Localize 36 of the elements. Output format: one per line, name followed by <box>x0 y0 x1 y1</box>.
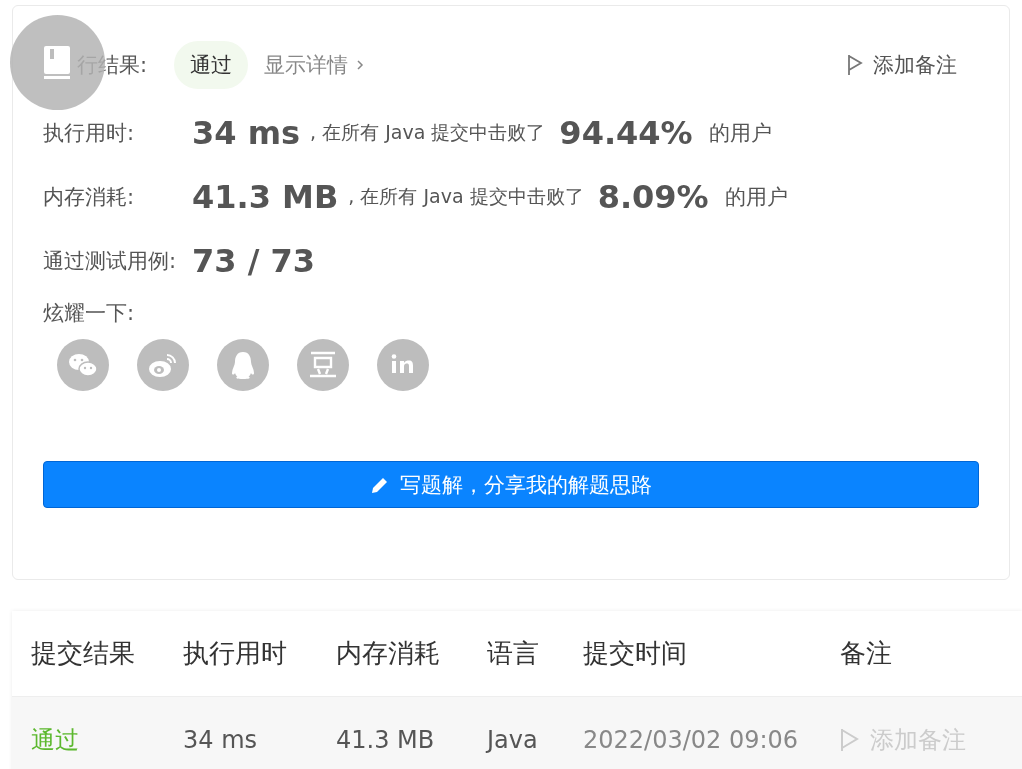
penguin-icon[interactable] <box>217 339 269 391</box>
stat-suffix: 的用户 <box>724 184 788 211</box>
linkedin-icon[interactable] <box>377 339 429 391</box>
flag-icon <box>847 54 863 76</box>
column-header: 内存消耗 <box>336 637 441 670</box>
column-header: 执行用时 <box>183 637 288 670</box>
details-link[interactable]: 显示详情 <box>264 51 365 79</box>
column-header: 提交结果 <box>31 637 136 670</box>
table-cell-text: Java <box>487 725 539 754</box>
column-header: 提交时间 <box>583 637 688 670</box>
flag-icon <box>840 726 860 753</box>
table-cell-text: 34 ms <box>183 725 259 754</box>
column-header: 备注 <box>840 637 892 670</box>
cases-label: 通过测试用例: <box>43 248 178 275</box>
status-badge: 通过 <box>174 41 249 89</box>
share-label: 炫耀一下: <box>43 300 136 327</box>
stat-text: , 在所有 Java 提交中击败了 <box>348 184 584 209</box>
cases-value: 73 / 73 <box>192 242 316 280</box>
stat-percent: 94.44% <box>559 114 693 152</box>
stat-percent: 8.09% <box>597 178 709 216</box>
stat-value: 41.3 MB <box>192 178 339 216</box>
stat-value: 34 ms <box>192 114 301 152</box>
table-cell-text: 2022/03/02 09:06 <box>583 725 800 754</box>
chevron-icon <box>356 59 365 71</box>
weibo-icon[interactable] <box>137 339 189 391</box>
column-header: 语言 <box>487 637 540 670</box>
add-note-button[interactable]: 添加备注 <box>847 51 957 79</box>
status-cell[interactable]: 通过 <box>31 723 183 756</box>
douban-icon[interactable] <box>297 339 349 391</box>
stat-suffix: 的用户 <box>708 120 772 147</box>
wechat-icon[interactable] <box>57 339 109 391</box>
stat-text: , 在所有 Java 提交中击败了 <box>310 120 546 145</box>
stat-label: 执行用时: <box>43 120 136 147</box>
stat-label: 内存消耗: <box>43 184 136 211</box>
write-solution-button[interactable]: 写题解，分享我的解题思路 <box>43 461 979 508</box>
table-cell-text: 41.3 MB <box>336 725 436 754</box>
